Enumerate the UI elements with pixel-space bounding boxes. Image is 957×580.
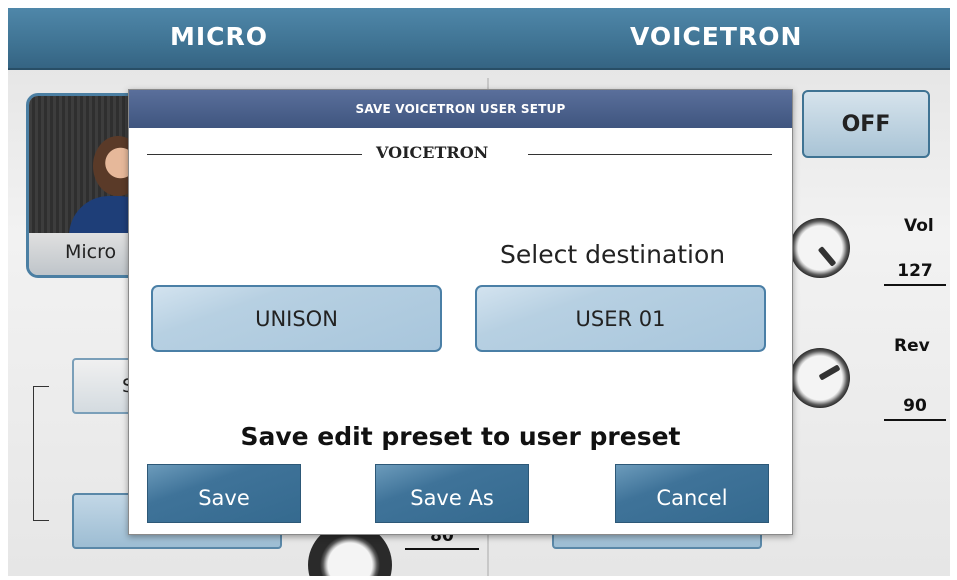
rev-knob-pointer [818,364,841,381]
section-rule-left [147,154,362,155]
vol-value: 127 [884,261,946,286]
save-as-button[interactable]: Save As [375,464,529,523]
destination-label: Select destination [500,240,726,269]
section-header: VOICETRON [147,143,772,167]
source-preset-select[interactable]: UNISON [151,285,442,352]
header-bar: MICRO VOICETRON [8,8,950,70]
voicetron-off-button[interactable]: OFF [802,90,930,158]
save-setup-dialog: SAVE VOICETRON USER SETUP VOICETRON Sele… [128,89,793,535]
save-button[interactable]: Save [147,464,301,523]
cancel-button[interactable]: Cancel [615,464,769,523]
tab-voicetron[interactable]: VOICETRON [630,22,802,51]
group-bracket [33,386,49,521]
rev-knob[interactable] [790,348,850,408]
rev-value: 90 [884,396,946,421]
section-rule-right [528,154,772,155]
rev-label: Rev [894,336,930,356]
vol-knob[interactable] [790,218,850,278]
tab-micro[interactable]: MICRO [170,22,268,51]
app-window: MICRO VOICETRON Micro OFF Vol 127 Rev 90… [8,8,950,576]
dialog-message: Save edit preset to user preset [240,422,681,451]
vol-label: Vol [904,216,934,236]
section-label: VOICETRON [376,143,489,162]
vol-knob-pointer [817,246,837,267]
destination-preset-select[interactable]: USER 01 [475,285,766,352]
dialog-title: SAVE VOICETRON USER SETUP [129,90,792,128]
